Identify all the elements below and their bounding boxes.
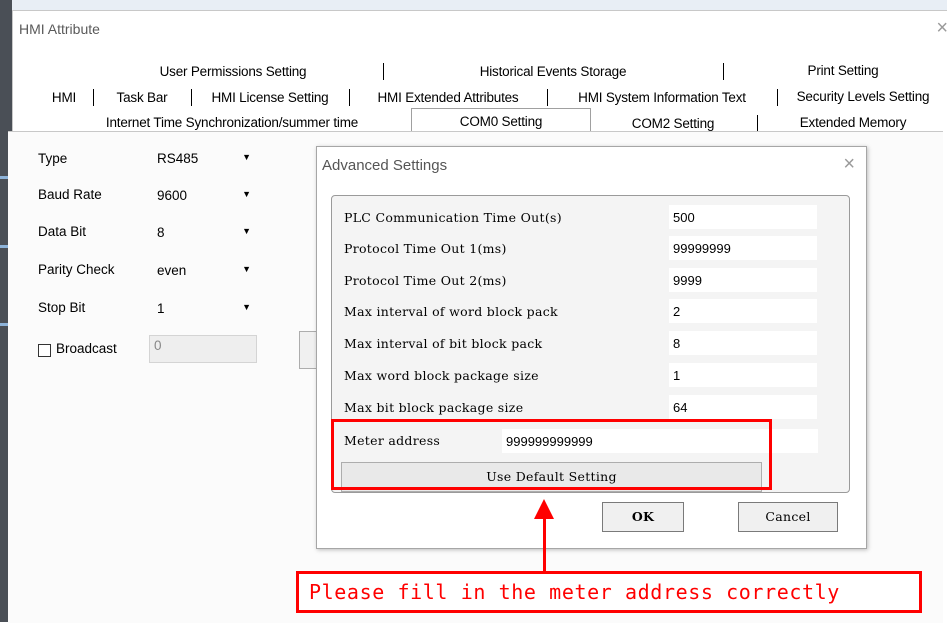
param-input-bit-block-interval[interactable]: 8 bbox=[669, 331, 817, 355]
tab-hmi-extended[interactable]: HMI Extended Attributes bbox=[349, 89, 548, 106]
cancel-button[interactable]: Cancel bbox=[738, 502, 838, 532]
tab-task-bar[interactable]: Task Bar bbox=[93, 89, 192, 106]
param-label: Protocol Time Out 2(ms) bbox=[344, 273, 507, 288]
dropdown-arrow-icon: ▼ bbox=[242, 264, 251, 274]
broadcast-address-input: 0 bbox=[149, 335, 257, 363]
screen-top-edge bbox=[0, 0, 947, 10]
stop-bit-label: Stop Bit bbox=[38, 300, 86, 315]
close-icon[interactable]: × bbox=[936, 18, 947, 38]
param-value: 9999 bbox=[673, 273, 702, 288]
param-value: 500 bbox=[673, 210, 695, 225]
tab-user-permissions[interactable]: User Permissions Setting bbox=[83, 63, 384, 80]
dropdown-arrow-icon: ▼ bbox=[242, 302, 251, 312]
baud-rate-label: Baud Rate bbox=[38, 187, 102, 202]
tab-print-setting[interactable]: Print Setting bbox=[723, 59, 947, 83]
tab-row-1: User Permissions Setting Historical Even… bbox=[21, 59, 947, 83]
data-bit-value: 8 bbox=[157, 225, 165, 240]
window-title: HMI Attribute bbox=[19, 21, 100, 37]
dropdown-arrow-icon: ▼ bbox=[242, 152, 251, 162]
param-input-protocol-timeout-1[interactable]: 99999999 bbox=[669, 236, 817, 260]
param-label: Max interval of bit block pack bbox=[344, 336, 543, 351]
tab-com2-setting[interactable]: COM2 Setting bbox=[589, 115, 758, 132]
param-input-plc-timeout[interactable]: 500 bbox=[669, 205, 817, 229]
param-label: Max word block package size bbox=[344, 368, 539, 383]
param-label: PLC Communication Time Out(s) bbox=[344, 210, 562, 225]
arrow-up-icon bbox=[534, 499, 554, 519]
stop-bit-select[interactable]: 1 ▼ bbox=[153, 298, 257, 320]
param-value: 2 bbox=[673, 304, 681, 319]
data-bit-label: Data Bit bbox=[38, 224, 87, 239]
tab-hmi[interactable]: HMI bbox=[35, 89, 94, 106]
tab-hmi-system-info[interactable]: HMI System Information Text bbox=[547, 89, 778, 106]
parity-check-label: Parity Check bbox=[38, 262, 115, 277]
dropdown-arrow-icon: ▼ bbox=[242, 189, 251, 199]
tab-historical-events[interactable]: Historical Events Storage bbox=[383, 63, 724, 80]
annotation-text: Please fill in the meter address correct… bbox=[309, 580, 840, 604]
broadcast-label: Broadcast bbox=[56, 341, 117, 356]
tab-hmi-license[interactable]: HMI License Setting bbox=[191, 89, 350, 106]
type-label: Type bbox=[38, 151, 68, 166]
param-value: 64 bbox=[673, 400, 688, 415]
dropdown-arrow-icon: ▼ bbox=[242, 226, 251, 236]
param-value: 8 bbox=[673, 336, 681, 351]
data-bit-select[interactable]: 8 ▼ bbox=[153, 222, 257, 244]
stop-bit-value: 1 bbox=[157, 301, 165, 316]
param-input-bit-block-size[interactable]: 64 bbox=[669, 395, 817, 419]
parity-check-select[interactable]: even ▼ bbox=[153, 260, 257, 282]
param-value: 1 bbox=[673, 368, 681, 383]
param-input-protocol-timeout-2[interactable]: 9999 bbox=[669, 268, 817, 292]
param-input-word-block-interval[interactable]: 2 bbox=[669, 299, 817, 323]
dialog-close-icon[interactable]: × bbox=[843, 153, 855, 176]
param-value: 99999999 bbox=[673, 241, 731, 256]
baud-rate-value: 9600 bbox=[157, 188, 188, 203]
meter-address-highlight bbox=[331, 419, 772, 490]
tab-row-2: HMI Task Bar HMI License Setting HMI Ext… bbox=[21, 85, 947, 109]
type-value: RS485 bbox=[157, 151, 199, 166]
annotation-note: Please fill in the meter address correct… bbox=[296, 571, 922, 613]
annotation-connector bbox=[543, 518, 546, 578]
tab-security-levels[interactable]: Security Levels Setting bbox=[777, 85, 947, 109]
param-label: Max bit block package size bbox=[344, 400, 524, 415]
type-select[interactable]: RS485 ▼ bbox=[153, 148, 257, 170]
param-label: Max interval of word block pack bbox=[344, 304, 558, 319]
window-titlebar: HMI Attribute × bbox=[13, 11, 947, 45]
ok-button[interactable]: OK bbox=[602, 502, 684, 532]
broadcast-checkbox[interactable] bbox=[38, 344, 51, 357]
parity-check-value: even bbox=[157, 263, 187, 278]
dialog-title: Advanced Settings bbox=[322, 157, 448, 174]
baud-rate-select[interactable]: 9600 ▼ bbox=[153, 185, 257, 207]
broadcast-address-value: 0 bbox=[154, 338, 162, 353]
param-label: Protocol Time Out 1(ms) bbox=[344, 241, 507, 256]
param-input-word-block-size[interactable]: 1 bbox=[669, 363, 817, 387]
